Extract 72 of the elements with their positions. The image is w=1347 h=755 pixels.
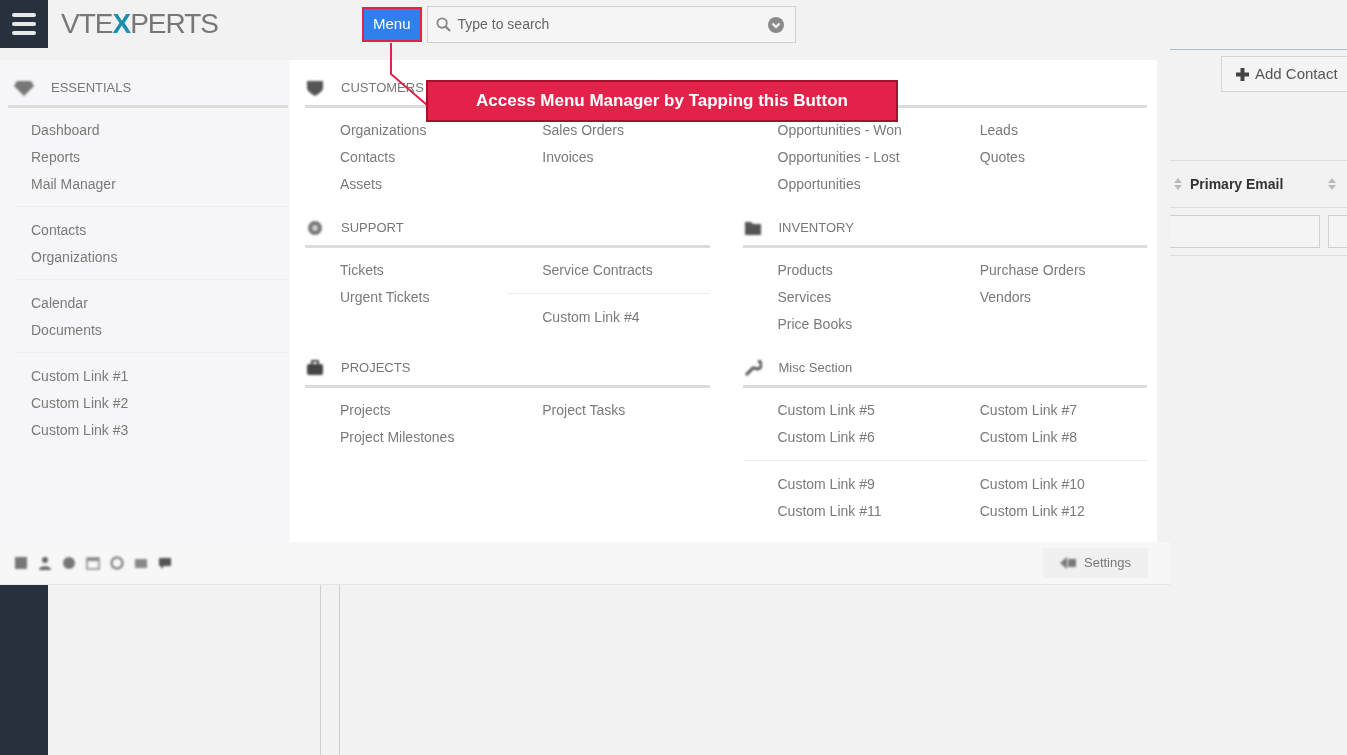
menu-item[interactable]: Custom Link #9 <box>777 475 875 492</box>
menu-item[interactable]: Products <box>777 261 833 278</box>
menu-item[interactable]: Organizations <box>340 121 427 138</box>
column-header[interactable]: Primary Email <box>1190 173 1284 195</box>
lifebuoy-icon <box>306 219 324 236</box>
list-icon[interactable] <box>14 556 28 570</box>
menu-item[interactable]: Dashboard <box>31 121 100 138</box>
menu-item[interactable]: Projects <box>340 401 391 418</box>
menu-item[interactable]: Quotes <box>979 148 1025 165</box>
menu-item[interactable]: Custom Link #11 <box>777 502 882 519</box>
filter-field[interactable] <box>1170 215 1320 248</box>
person-icon[interactable] <box>38 556 52 570</box>
menu-item[interactable]: Custom Link #7 <box>979 401 1078 418</box>
menu-item[interactable]: Tickets <box>340 261 384 278</box>
menu-icon[interactable] <box>0 0 48 48</box>
menu-item[interactable]: Assets <box>340 175 382 192</box>
menu-item[interactable]: Contacts <box>340 148 396 165</box>
menu-item[interactable]: Leads <box>979 121 1018 138</box>
menu-item[interactable]: Calendar <box>31 294 88 311</box>
add-contact-button[interactable]: Add Contact <box>1221 56 1347 92</box>
menu-item[interactable]: Opportunities - Won <box>777 121 902 138</box>
menu-item[interactable]: Opportunities - Lost <box>777 148 900 165</box>
settings-button[interactable]: Settings <box>1043 548 1148 578</box>
folder-icon <box>743 219 762 236</box>
menu-item[interactable]: Purchase Orders <box>979 261 1086 278</box>
chat-icon[interactable] <box>158 556 172 570</box>
shield-icon <box>306 79 324 96</box>
menu-item[interactable]: Custom Link #2 <box>31 394 129 411</box>
chevron-down-icon[interactable] <box>767 16 784 33</box>
menu-item[interactable]: Contacts <box>31 221 87 238</box>
envelope-icon[interactable] <box>134 556 148 570</box>
section-title: SUPPORT <box>341 218 404 237</box>
menu-item[interactable]: Custom Link #1 <box>31 367 129 384</box>
menu-item[interactable]: Vendors <box>979 288 1032 305</box>
calendar-icon[interactable] <box>86 556 100 570</box>
menu-item[interactable]: Services <box>777 288 832 305</box>
menu-item[interactable]: Sales Orders <box>542 121 624 138</box>
sort-icon[interactable] <box>1174 178 1182 190</box>
menu-item[interactable]: Urgent Tickets <box>340 288 430 305</box>
share-icon <box>1060 556 1076 570</box>
section-title: Misc Section <box>778 358 853 377</box>
menu-item[interactable]: Reports <box>31 148 81 165</box>
sort-icon[interactable] <box>1328 178 1337 190</box>
callout: Access Menu Manager by Tapping this Button <box>426 80 898 122</box>
briefcase-icon <box>306 359 324 376</box>
menu-item[interactable]: Project Milestones <box>340 428 455 445</box>
menu-item[interactable]: Custom Link #6 <box>777 428 875 445</box>
circle-icon[interactable] <box>62 556 76 570</box>
menu-item[interactable]: Custom Link #10 <box>979 475 1085 492</box>
search-icon <box>435 16 451 32</box>
menu-button[interactable]: Menu <box>362 6 422 42</box>
section-title: INVENTORY <box>778 218 854 237</box>
menu-item[interactable]: Custom Link #8 <box>979 428 1078 445</box>
menu-item[interactable]: Custom Link #12 <box>979 502 1085 519</box>
menu-item[interactable]: Documents <box>31 321 102 338</box>
menu-item[interactable]: Mail Manager <box>31 175 116 192</box>
menu-item[interactable]: Organizations <box>31 248 118 265</box>
gear-icon[interactable] <box>110 556 124 570</box>
menu-item[interactable]: Opportunities <box>777 175 861 192</box>
menu-item[interactable]: Custom Link #5 <box>777 401 875 418</box>
search-field[interactable]: Type to search <box>426 5 796 43</box>
plus-icon <box>1236 67 1249 81</box>
menu-item[interactable]: Invoices <box>542 148 594 165</box>
section-title: PROJECTS <box>341 358 411 377</box>
logo: VTEXPERTS <box>61 10 218 38</box>
section-title: ESSENTIALS <box>51 78 132 97</box>
diamond-icon <box>14 79 34 96</box>
menu-item[interactable]: Price Books <box>777 315 853 332</box>
menu-item[interactable]: Custom Link #4 <box>542 308 640 325</box>
menu-item[interactable]: Project Tasks <box>542 401 626 418</box>
menu-item[interactable]: Custom Link #3 <box>31 421 129 438</box>
menu-item[interactable]: Service Contracts <box>542 261 653 278</box>
